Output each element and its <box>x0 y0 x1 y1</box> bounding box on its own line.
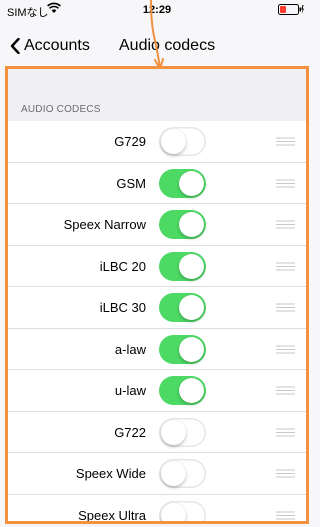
codec-settings-panel: AUDIO CODECS G729 GSM Speex Narrow iLBC 20 i… <box>5 66 309 524</box>
codec-row: u-law <box>8 370 306 412</box>
clock: 12:29 <box>142 4 172 16</box>
toggle-knob <box>179 295 204 320</box>
toggle-knob <box>161 461 186 486</box>
codec-toggle[interactable] <box>159 127 206 156</box>
codec-toggle[interactable] <box>159 376 206 405</box>
codec-row: G722 <box>8 411 306 453</box>
codec-row: Speex Wide <box>8 453 306 495</box>
codec-name-label: Speex Narrow <box>63 217 146 232</box>
chevron-left-icon <box>10 37 20 55</box>
battery-icon <box>278 4 304 15</box>
codec-name-label: Speex Wide <box>75 466 146 481</box>
codec-toggle[interactable] <box>159 459 206 488</box>
toggle-knob <box>161 502 186 521</box>
section-header: AUDIO CODECS <box>8 69 306 121</box>
codec-name-label: GSM <box>116 175 146 191</box>
codec-row: GSM <box>8 162 306 204</box>
codec-name-label: iLBC 30 <box>99 300 146 315</box>
codec-name-label: iLBC 20 <box>99 258 146 274</box>
codec-row: iLBC 20 <box>8 245 306 287</box>
codec-toggle[interactable] <box>159 334 206 364</box>
toggle-knob <box>161 129 186 154</box>
toggle-knob <box>179 212 204 237</box>
codec-toggle[interactable] <box>159 500 206 521</box>
codec-toggle[interactable] <box>159 293 206 322</box>
back-button-label: Accounts <box>24 37 90 54</box>
reorder-handle-icon[interactable] <box>276 469 295 478</box>
codec-row: iLBC 30 <box>8 287 306 329</box>
codec-row: a-law <box>8 328 306 370</box>
navigation-bar: Accounts Audio codecs <box>0 22 314 66</box>
back-button[interactable]: Accounts <box>10 36 90 56</box>
codec-toggle[interactable] <box>159 210 206 239</box>
page-title: Audio codecs <box>119 37 216 54</box>
reorder-handle-icon[interactable] <box>276 262 295 271</box>
reorder-handle-icon[interactable] <box>276 137 295 146</box>
reorder-handle-icon[interactable] <box>276 428 295 437</box>
codec-toggle[interactable] <box>159 417 206 447</box>
status-bar: SIMなし 12:29 <box>0 0 314 22</box>
reorder-handle-icon[interactable] <box>276 179 295 188</box>
codec-name-label: G722 <box>114 424 146 440</box>
codec-name-label: u-law <box>114 383 146 398</box>
codec-name-label: Speex Ultra <box>78 507 146 523</box>
codec-row: Speex Ultra <box>8 494 306 523</box>
reorder-handle-icon[interactable] <box>276 345 295 354</box>
reorder-handle-icon[interactable] <box>276 511 295 520</box>
toggle-knob <box>179 253 204 279</box>
codec-row: G729 <box>8 121 306 163</box>
reorder-handle-icon[interactable] <box>276 303 295 312</box>
reorder-handle-icon[interactable] <box>276 386 295 395</box>
codec-row: Speex Narrow <box>8 204 306 246</box>
section-header-label: AUDIO CODECS <box>21 104 101 115</box>
codec-toggle[interactable] <box>159 251 206 281</box>
codec-list: G729 GSM Speex Narrow iLBC 20 iLBC 30 a-law u-… <box>8 121 306 523</box>
reorder-handle-icon[interactable] <box>276 220 295 229</box>
toggle-knob <box>179 378 204 403</box>
codec-name-label: G729 <box>114 134 146 149</box>
toggle-knob <box>161 419 186 445</box>
toggle-knob <box>179 170 204 196</box>
codec-name-label: a-law <box>114 341 146 357</box>
toggle-knob <box>179 336 204 362</box>
codec-toggle[interactable] <box>159 168 206 198</box>
